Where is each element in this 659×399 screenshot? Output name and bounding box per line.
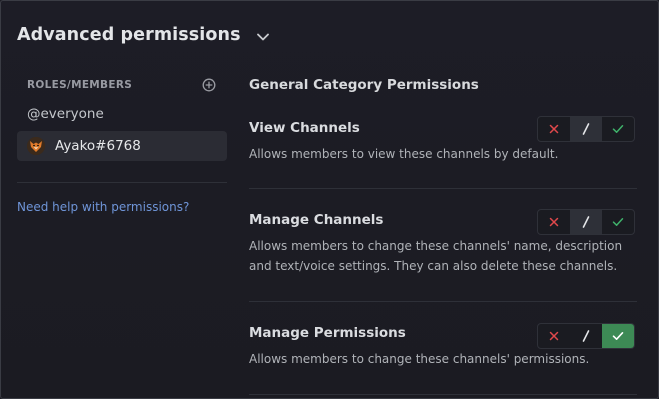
sidebar-item-ayako[interactable]: Ayako#6768 <box>17 131 227 161</box>
permission-description: Allows members to change these channels'… <box>249 352 590 366</box>
sidebar-item-label: Ayako#6768 <box>55 138 141 154</box>
neutral-button[interactable] <box>570 117 602 141</box>
allow-button[interactable] <box>602 210 634 234</box>
permissions-list: General Category Permissions View Channe… <box>249 77 637 395</box>
permission-row-manage-permissions: Manage Permissions Allows members to cha… <box>249 302 637 394</box>
add-circle-icon[interactable] <box>202 78 216 92</box>
roles-members-header: ROLES/MEMBERS <box>17 75 227 95</box>
x-icon <box>549 217 559 227</box>
sidebar-item-label: @everyone <box>27 106 104 122</box>
permission-row-manage-channels: Manage Channels Allows members to change… <box>249 189 637 301</box>
slash-icon <box>582 216 590 228</box>
page-title: Advanced permissions <box>17 25 241 45</box>
check-icon <box>612 218 624 226</box>
slash-icon <box>582 123 590 135</box>
permission-divider <box>249 394 637 395</box>
permission-toggle[interactable] <box>537 209 635 235</box>
allow-button[interactable] <box>602 324 634 348</box>
roles-members-label: ROLES/MEMBERS <box>27 79 133 91</box>
x-icon <box>549 331 559 341</box>
deny-button[interactable] <box>538 117 570 141</box>
x-icon <box>549 124 559 134</box>
permission-description: Allows members to view these channels by… <box>249 147 559 161</box>
permission-description: and text/voice settings. They can also d… <box>249 259 618 273</box>
check-icon <box>612 125 624 133</box>
deny-button[interactable] <box>538 210 570 234</box>
slash-icon <box>582 330 590 342</box>
chevron-down-icon[interactable] <box>255 29 271 45</box>
deny-button[interactable] <box>538 324 570 348</box>
neutral-button[interactable] <box>570 324 602 348</box>
roles-members-sidebar: ROLES/MEMBERS @everyone Ayako#6768 Need … <box>17 75 227 214</box>
permission-row-view-channels: View Channels Allows members to view the… <box>249 116 637 188</box>
permission-toggle[interactable] <box>537 323 635 349</box>
permissions-panel: Advanced permissions ROLES/MEMBERS @ever… <box>0 0 659 399</box>
permission-description: Allows members to change these channels'… <box>249 239 623 253</box>
help-permissions-link[interactable]: Need help with permissions? <box>17 200 227 214</box>
sidebar-item-everyone[interactable]: @everyone <box>17 99 227 129</box>
category-permissions-title: General Category Permissions <box>249 77 479 93</box>
neutral-button[interactable] <box>570 210 602 234</box>
permission-toggle[interactable] <box>537 116 635 142</box>
check-icon <box>612 332 624 340</box>
allow-button[interactable] <box>602 117 634 141</box>
advanced-permissions-header[interactable]: Advanced permissions <box>17 22 271 48</box>
avatar <box>27 137 45 155</box>
sidebar-divider <box>17 182 227 183</box>
